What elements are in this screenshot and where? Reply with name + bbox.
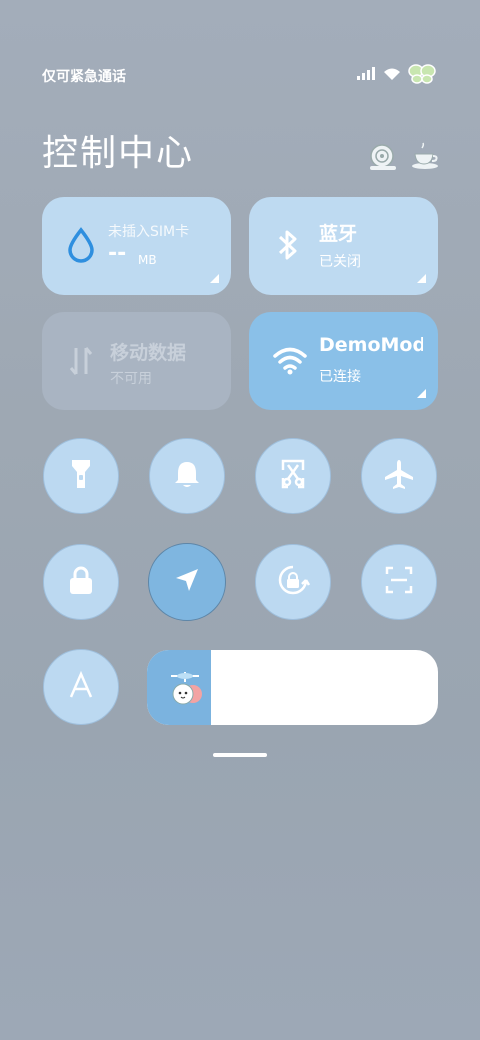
font-size-icon <box>67 670 95 703</box>
flashlight-toggle[interactable] <box>43 438 119 514</box>
status-icons <box>356 64 436 84</box>
expand-corner-icon <box>417 389 426 398</box>
airplane-icon <box>383 458 415 494</box>
auto-rotate-toggle[interactable] <box>255 544 331 620</box>
wifi-icon <box>273 346 307 380</box>
tile-wifi-status: 已连接 <box>319 369 361 385</box>
location-arrow-icon <box>173 566 201 598</box>
panel-drag-handle[interactable] <box>213 753 267 757</box>
airplane-toggle[interactable] <box>361 438 437 514</box>
signal-hd-icon <box>356 67 376 81</box>
snail-shell-icon[interactable] <box>368 142 398 176</box>
scan-icon <box>384 565 414 599</box>
screenshot-toggle[interactable] <box>255 438 331 514</box>
page-title: 控制中心 <box>42 133 195 174</box>
wifi-icon <box>382 67 402 81</box>
tile-mobile-data-status: 不可用 <box>110 371 152 387</box>
lock-screen-toggle[interactable] <box>43 544 119 620</box>
tile-bluetooth-title: 蓝牙 <box>319 223 358 245</box>
flashlight-icon <box>69 458 93 494</box>
status-carrier-text: 仅可紧急通话 <box>42 69 126 85</box>
expand-corner-icon <box>417 274 426 283</box>
tile-mobile-data-title: 移动数据 <box>110 342 187 364</box>
scan-toggle[interactable] <box>361 544 437 620</box>
screenshot-scissors-icon <box>279 458 307 494</box>
tile-mobile-data[interactable]: 移动数据 不可用 <box>42 312 231 410</box>
tile-data-title: 未插入SIM卡 <box>108 224 190 240</box>
data-arrows-icon <box>68 344 94 382</box>
ring-toggle[interactable] <box>149 438 225 514</box>
expand-corner-icon <box>210 274 219 283</box>
brightness-slider[interactable] <box>147 650 438 725</box>
location-toggle[interactable] <box>148 543 226 621</box>
lock-icon <box>68 565 94 599</box>
tile-bluetooth[interactable]: 蓝牙 已关闭 <box>249 197 438 295</box>
font-size-toggle[interactable] <box>43 649 119 725</box>
tile-data-usage[interactable]: 未插入SIM卡 -- MB <box>42 197 231 295</box>
header-actions <box>368 142 440 176</box>
teacup-icon[interactable] <box>410 142 440 176</box>
bell-icon <box>173 459 201 493</box>
tile-data-value: -- <box>108 241 127 266</box>
tile-wifi[interactable]: DemoMode 已连接 <box>249 312 438 410</box>
auto-rotate-icon <box>276 563 311 601</box>
tile-data-unit: MB <box>138 253 157 267</box>
tile-wifi-title: DemoMode <box>319 334 423 356</box>
butterfly-battery-icon <box>408 64 436 84</box>
water-drop-icon <box>66 227 96 267</box>
bluetooth-icon <box>275 227 301 267</box>
cute-character-icon[interactable] <box>165 668 207 710</box>
tile-bluetooth-status: 已关闭 <box>319 254 361 270</box>
